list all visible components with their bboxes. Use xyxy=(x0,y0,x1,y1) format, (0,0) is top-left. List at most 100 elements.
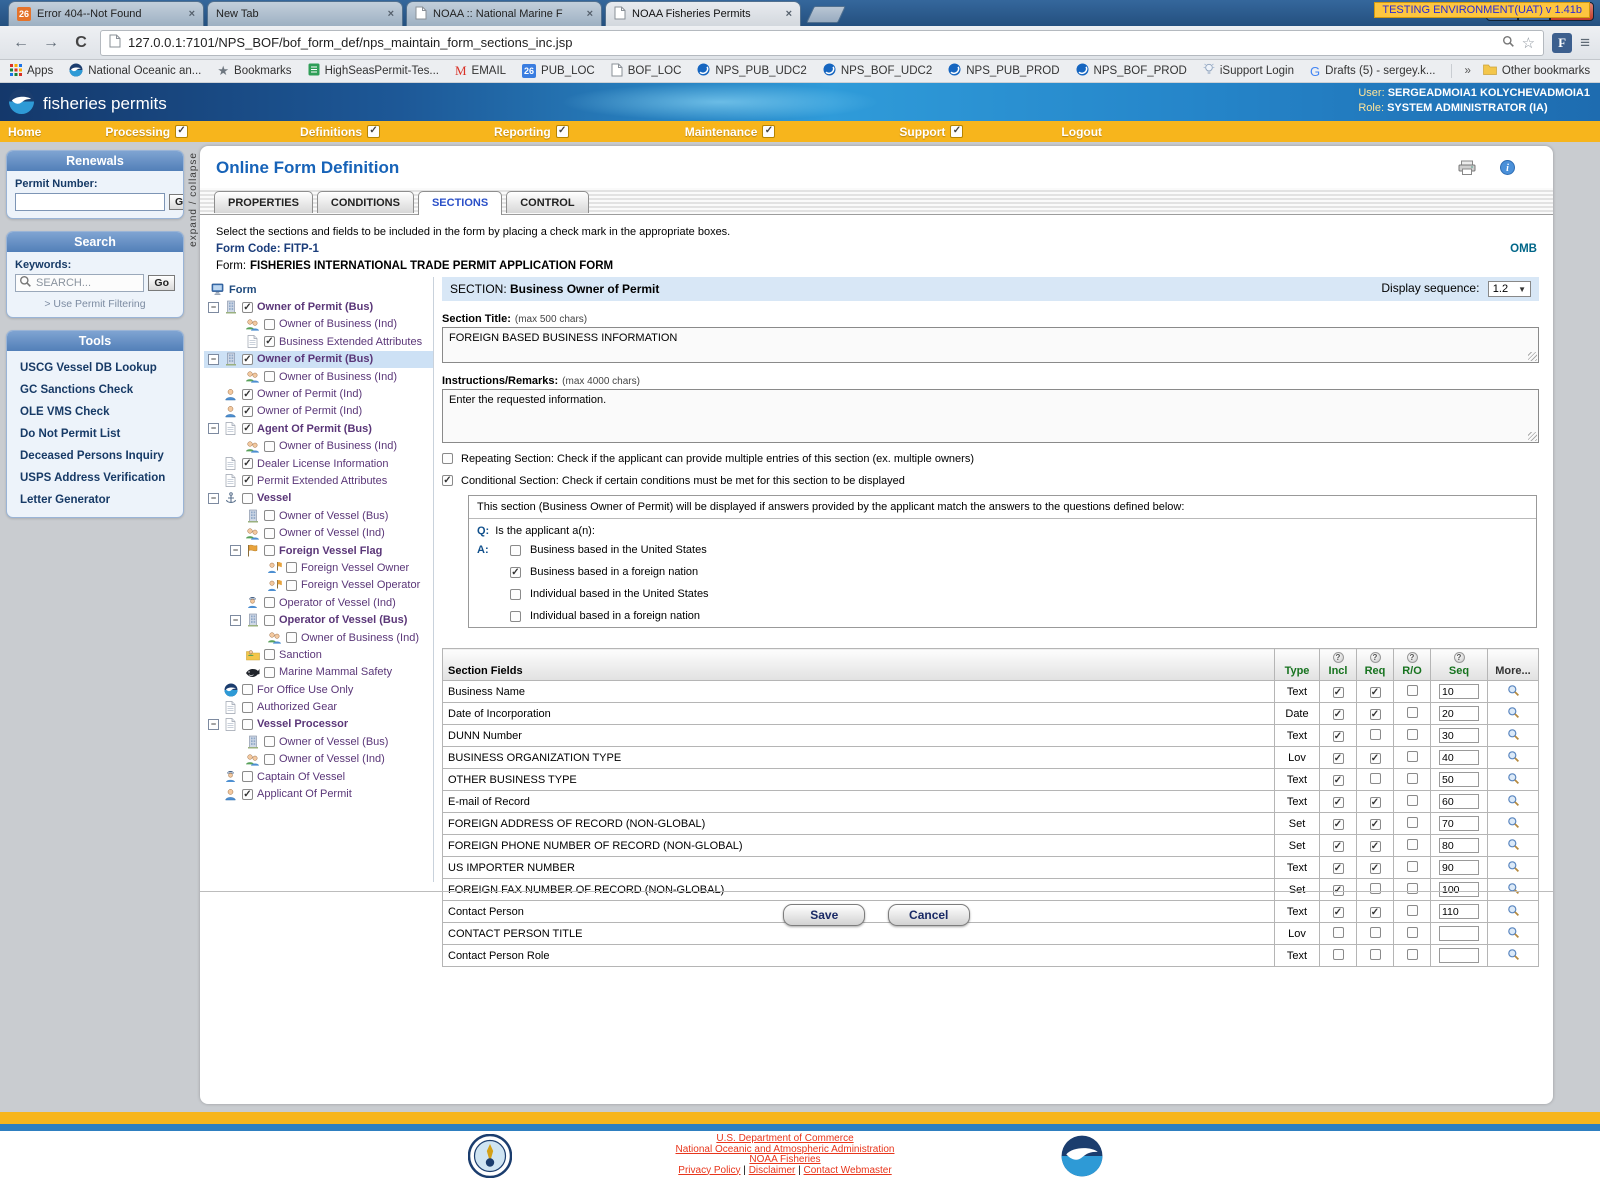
tree-checkbox[interactable] xyxy=(242,789,253,800)
ro-checkbox[interactable] xyxy=(1407,949,1418,960)
tree-item[interactable]: −Vessel xyxy=(204,490,433,507)
seq-input[interactable] xyxy=(1439,948,1479,963)
tree-checkbox[interactable] xyxy=(242,302,253,313)
tool-link[interactable]: Letter Generator xyxy=(17,489,173,511)
search-icon[interactable] xyxy=(1502,35,1515,51)
tree-checkbox[interactable] xyxy=(242,684,253,695)
ro-checkbox[interactable] xyxy=(1407,707,1418,718)
incl-checkbox[interactable] xyxy=(1333,949,1344,960)
seq-input[interactable] xyxy=(1439,926,1479,941)
field-more[interactable] xyxy=(1488,747,1539,769)
tree-collapse-icon[interactable]: − xyxy=(208,354,219,365)
tree-checkbox[interactable] xyxy=(264,597,275,608)
ro-checkbox[interactable] xyxy=(1407,773,1418,784)
ro-checkbox[interactable] xyxy=(1407,927,1418,938)
field-more[interactable] xyxy=(1488,835,1539,857)
tree-checkbox[interactable] xyxy=(264,319,275,330)
incl-checkbox[interactable] xyxy=(1333,863,1344,874)
incl-checkbox[interactable] xyxy=(1333,841,1344,852)
footer-link-noaa[interactable]: National Oceanic and Atmospheric Adminis… xyxy=(675,1144,894,1155)
answer-checkbox[interactable] xyxy=(510,567,521,578)
conditional-checkbox[interactable] xyxy=(442,475,453,486)
seq-input[interactable] xyxy=(1439,706,1479,721)
instructions-input[interactable]: Enter the requested information. xyxy=(442,389,1539,443)
tool-link[interactable]: OLE VMS Check xyxy=(17,401,173,423)
tree-item[interactable]: Marine Mammal Safety xyxy=(204,664,433,681)
tree-item[interactable]: −Agent Of Permit (Bus) xyxy=(204,420,433,437)
extension-f-icon[interactable]: F xyxy=(1552,33,1572,53)
bookmark-item[interactable]: NPS_BOF_PROD xyxy=(1076,63,1187,79)
req-checkbox[interactable] xyxy=(1370,797,1381,808)
bookmark-item[interactable]: ★Bookmarks xyxy=(217,63,291,79)
req-checkbox[interactable] xyxy=(1370,949,1381,960)
req-checkbox[interactable] xyxy=(1370,863,1381,874)
tree-item[interactable]: Sanction xyxy=(204,646,433,663)
tree-item[interactable]: −Owner of Permit (Bus) xyxy=(204,298,433,315)
help-icon[interactable]: ? xyxy=(1407,652,1418,663)
nav-item-reporting[interactable]: Reporting✓ xyxy=(494,125,569,139)
incl-checkbox[interactable] xyxy=(1333,709,1344,720)
field-more[interactable] xyxy=(1488,681,1539,703)
bookmark-item[interactable]: 26PUB_LOC xyxy=(522,64,595,78)
ro-checkbox[interactable] xyxy=(1407,861,1418,872)
tab-close-icon[interactable]: × xyxy=(587,8,593,20)
tree-checkbox[interactable] xyxy=(242,406,253,417)
req-checkbox[interactable] xyxy=(1370,927,1381,938)
tree-checkbox[interactable] xyxy=(264,371,275,382)
tree-checkbox[interactable] xyxy=(264,528,275,539)
bookmark-star-icon[interactable]: ☆ xyxy=(1522,34,1535,52)
tree-item[interactable]: Authorized Gear xyxy=(204,698,433,715)
browser-tab[interactable]: NOAA :: National Marine F× xyxy=(406,1,602,26)
permit-number-input[interactable] xyxy=(15,193,165,211)
nav-checkbox[interactable]: ✓ xyxy=(950,125,963,138)
seq-input[interactable] xyxy=(1439,684,1479,699)
tree-item[interactable]: −Foreign Vessel Flag xyxy=(204,542,433,559)
seq-input[interactable] xyxy=(1439,794,1479,809)
tree-item[interactable]: Foreign Vessel Owner xyxy=(204,559,433,576)
req-checkbox[interactable] xyxy=(1370,819,1381,830)
bookmark-item[interactable]: NPS_BOF_UDC2 xyxy=(823,63,932,79)
seq-input[interactable] xyxy=(1439,772,1479,787)
footer-link[interactable]: Contact Webmaster xyxy=(804,1165,892,1176)
tree-item[interactable]: Owner of Business (Ind) xyxy=(204,316,433,333)
bookmark-item[interactable]: NPS_PUB_UDC2 xyxy=(697,63,806,79)
display-sequence-select[interactable]: 1.2▼ xyxy=(1488,281,1531,297)
tree-item[interactable]: Owner of Vessel (Ind) xyxy=(204,524,433,541)
tab-close-icon[interactable]: × xyxy=(786,8,792,20)
tree-checkbox[interactable] xyxy=(286,562,297,573)
renewals-go-button[interactable]: Go xyxy=(169,194,184,210)
req-checkbox[interactable] xyxy=(1370,841,1381,852)
tree-item[interactable]: Foreign Vessel Operator xyxy=(204,577,433,594)
ro-checkbox[interactable] xyxy=(1407,729,1418,740)
nav-checkbox[interactable]: ✓ xyxy=(762,125,775,138)
bookmark-item[interactable]: iSupport Login xyxy=(1203,63,1294,79)
permit-filtering-link[interactable]: > Use Permit Filtering xyxy=(15,298,175,310)
tab-sections[interactable]: SECTIONS xyxy=(418,191,502,215)
tree-item[interactable]: Owner of Vessel (Bus) xyxy=(204,733,433,750)
tree-item[interactable]: Owner of Vessel (Ind) xyxy=(204,751,433,768)
tree-checkbox[interactable] xyxy=(242,493,253,504)
ro-checkbox[interactable] xyxy=(1407,817,1418,828)
bookmarks-overflow-chevron[interactable]: » xyxy=(1464,65,1470,77)
bookmark-item[interactable]: GDrafts (5) - sergey.k... xyxy=(1310,64,1435,79)
seq-input[interactable] xyxy=(1439,728,1479,743)
tree-checkbox[interactable] xyxy=(242,354,253,365)
footer-link-fisheries[interactable]: NOAA Fisheries xyxy=(749,1154,820,1165)
tree-item[interactable]: Owner of Permit (Ind) xyxy=(204,385,433,402)
tree-item[interactable]: Applicant Of Permit xyxy=(204,785,433,802)
tab-control[interactable]: CONTROL xyxy=(506,191,588,213)
address-bar[interactable]: 127.0.0.1:7101/NPS_BOF/bof_form_def/nps_… xyxy=(100,30,1544,56)
tree-collapse-icon[interactable]: − xyxy=(230,615,241,626)
bookmark-item[interactable]: Apps xyxy=(10,64,53,79)
tree-checkbox[interactable] xyxy=(242,771,253,782)
field-more[interactable] xyxy=(1488,791,1539,813)
footer-link[interactable]: Disclaimer xyxy=(749,1165,796,1176)
incl-checkbox[interactable] xyxy=(1333,687,1344,698)
tool-link[interactable]: GC Sanctions Check xyxy=(17,379,173,401)
tab-properties[interactable]: PROPERTIES xyxy=(214,191,313,213)
tree-checkbox[interactable] xyxy=(242,389,253,400)
tab-close-icon[interactable]: × xyxy=(189,8,195,20)
print-icon[interactable] xyxy=(1458,160,1476,180)
help-icon[interactable]: ? xyxy=(1454,652,1465,663)
tree-item[interactable]: Captain Of Vessel xyxy=(204,768,433,785)
